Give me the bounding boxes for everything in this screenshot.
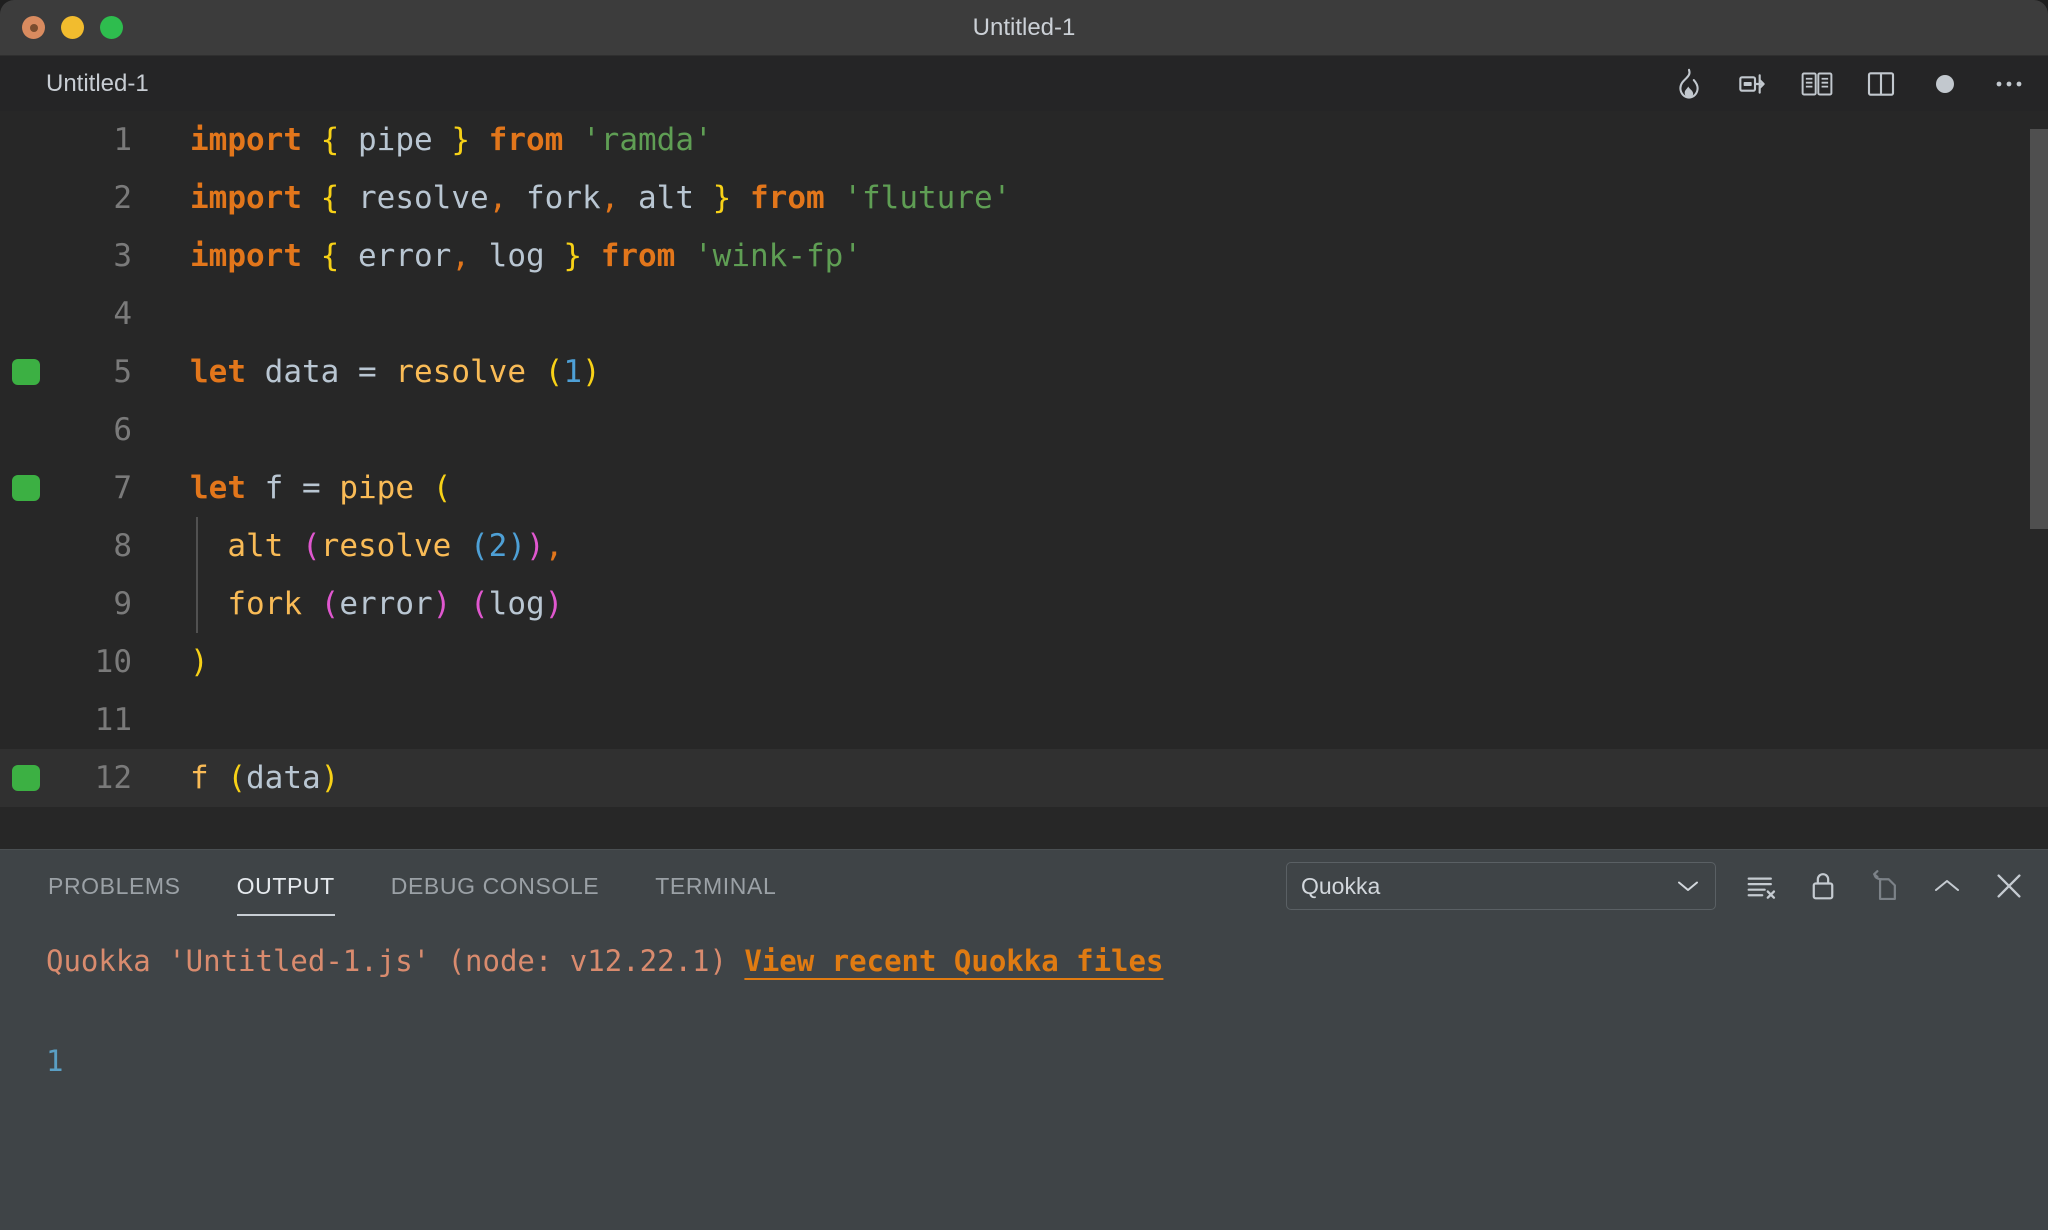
code-line[interactable]: 9 fork (error) (log) — [0, 575, 2048, 633]
tab-label: OUTPUT — [236, 872, 335, 899]
quokka-flame-icon[interactable] — [1672, 67, 1706, 101]
output-channel-value: Quokka — [1301, 872, 1381, 899]
editor-tab-untitled-1[interactable]: Untitled-1 — [0, 56, 175, 111]
split-editor-icon[interactable] — [1864, 67, 1898, 101]
code-text: import { error, log } from 'wink-fp' — [190, 238, 862, 274]
tab-debug-console[interactable]: DEBUG CONSOLE — [391, 850, 599, 922]
open-in-editor-icon[interactable] — [1868, 869, 1902, 903]
code-line[interactable]: 3 import { error, log } from 'wink-fp' — [0, 227, 2048, 285]
line-number: 10 — [94, 644, 132, 680]
open-preview-icon[interactable] — [1800, 67, 1834, 101]
line-number: 11 — [94, 702, 132, 738]
code-editor[interactable]: 1 import { pipe } from 'ramda' 2 import … — [0, 111, 2048, 849]
line-number: 3 — [113, 238, 132, 274]
line-number: 1 — [113, 122, 132, 158]
output-header-text: Quokka 'Untitled-1.js' (node: v12.22.1) — [46, 944, 745, 978]
clear-output-icon[interactable] — [1744, 869, 1778, 903]
code-text: alt (resolve (2)), — [227, 528, 564, 564]
line-number: 9 — [113, 586, 132, 622]
editor-tab-label: Untitled-1 — [46, 69, 149, 97]
panel-tab-bar: PROBLEMS OUTPUT DEBUG CONSOLE TERMINAL Q… — [0, 850, 2048, 922]
output-header-line: Quokka 'Untitled-1.js' (node: v12.22.1) … — [46, 932, 2048, 990]
code-line[interactable]: 11 — [0, 691, 2048, 749]
tab-problems[interactable]: PROBLEMS — [48, 850, 181, 922]
panel-actions: Quokka — [1286, 850, 2026, 922]
unsaved-dot-icon[interactable] — [1928, 67, 1962, 101]
split-editor-right-icon[interactable] — [1736, 67, 1770, 101]
window-title: Untitled-1 — [972, 14, 1076, 41]
vscode-window: Untitled-1 Untitled-1 1 import {pipe} … — [0, 0, 2048, 1230]
tab-terminal[interactable]: TERMINAL — [655, 850, 776, 922]
code-text: import { resolve, fork, alt } from 'flut… — [190, 180, 1012, 216]
line-number: 2 — [113, 180, 132, 216]
chevron-down-icon — [1675, 863, 1701, 909]
code-text: fork (error) (log) — [227, 586, 564, 622]
editor-scrollbar-thumb[interactable] — [2030, 129, 2048, 529]
line-number: 6 — [113, 412, 132, 448]
titlebar: Untitled-1 — [0, 0, 2048, 56]
bottom-panel: PROBLEMS OUTPUT DEBUG CONSOLE TERMINAL Q… — [0, 849, 2048, 1230]
code-text: ) — [190, 644, 209, 680]
line-number: 8 — [113, 528, 132, 564]
code-text: let data = resolve (1) — [190, 354, 601, 390]
tab-output[interactable]: OUTPUT — [236, 850, 335, 922]
line-number: 12 — [94, 760, 132, 796]
code-line[interactable]: 4 — [0, 285, 2048, 343]
view-recent-quokka-files-link[interactable]: View recent Quokka files — [744, 944, 1163, 978]
output-value-line: 1 — [46, 1044, 64, 1078]
more-actions-icon[interactable] — [1992, 67, 2026, 101]
code-line[interactable]: 5 let data = resolve (1) — [0, 343, 2048, 401]
maximize-panel-icon[interactable] — [1930, 869, 1964, 903]
tab-label: TERMINAL — [655, 872, 777, 899]
line-number: 5 — [113, 354, 132, 390]
close-panel-icon[interactable] — [1992, 869, 2026, 903]
editor-scrollbar[interactable] — [2030, 111, 2048, 849]
code-line[interactable]: 7 let f = pipe ( — [0, 459, 2048, 517]
code-line[interactable]: 8 alt (resolve (2)), — [0, 517, 2048, 575]
tab-label: DEBUG CONSOLE — [390, 872, 600, 899]
output-blank-line — [46, 990, 2048, 1034]
code-text: import { pipe } from 'ramda' — [190, 122, 713, 158]
tab-label: PROBLEMS — [48, 872, 181, 899]
code-line-current[interactable]: 12 f (data) — [0, 749, 2048, 807]
line-number: 4 — [113, 296, 132, 332]
editor-tab-bar: Untitled-1 — [0, 56, 2048, 111]
code-line[interactable]: 6 — [0, 401, 2048, 459]
code-text: let f = pipe ( — [190, 470, 452, 506]
code-line[interactable]: 2 import { resolve, fork, alt } from 'fl… — [0, 169, 2048, 227]
code-text: f (data) — [190, 760, 340, 796]
output-channel-select[interactable]: Quokka — [1286, 862, 1716, 910]
code-line[interactable]: 1 import { pipe } from 'ramda' — [0, 111, 2048, 169]
line-number: 7 — [113, 470, 132, 506]
editor-actions — [1672, 56, 2026, 111]
output-view[interactable]: Quokka 'Untitled-1.js' (node: v12.22.1) … — [0, 922, 2048, 1088]
code-line[interactable]: 10 ) — [0, 633, 2048, 691]
lock-scroll-icon[interactable] — [1806, 869, 1840, 903]
